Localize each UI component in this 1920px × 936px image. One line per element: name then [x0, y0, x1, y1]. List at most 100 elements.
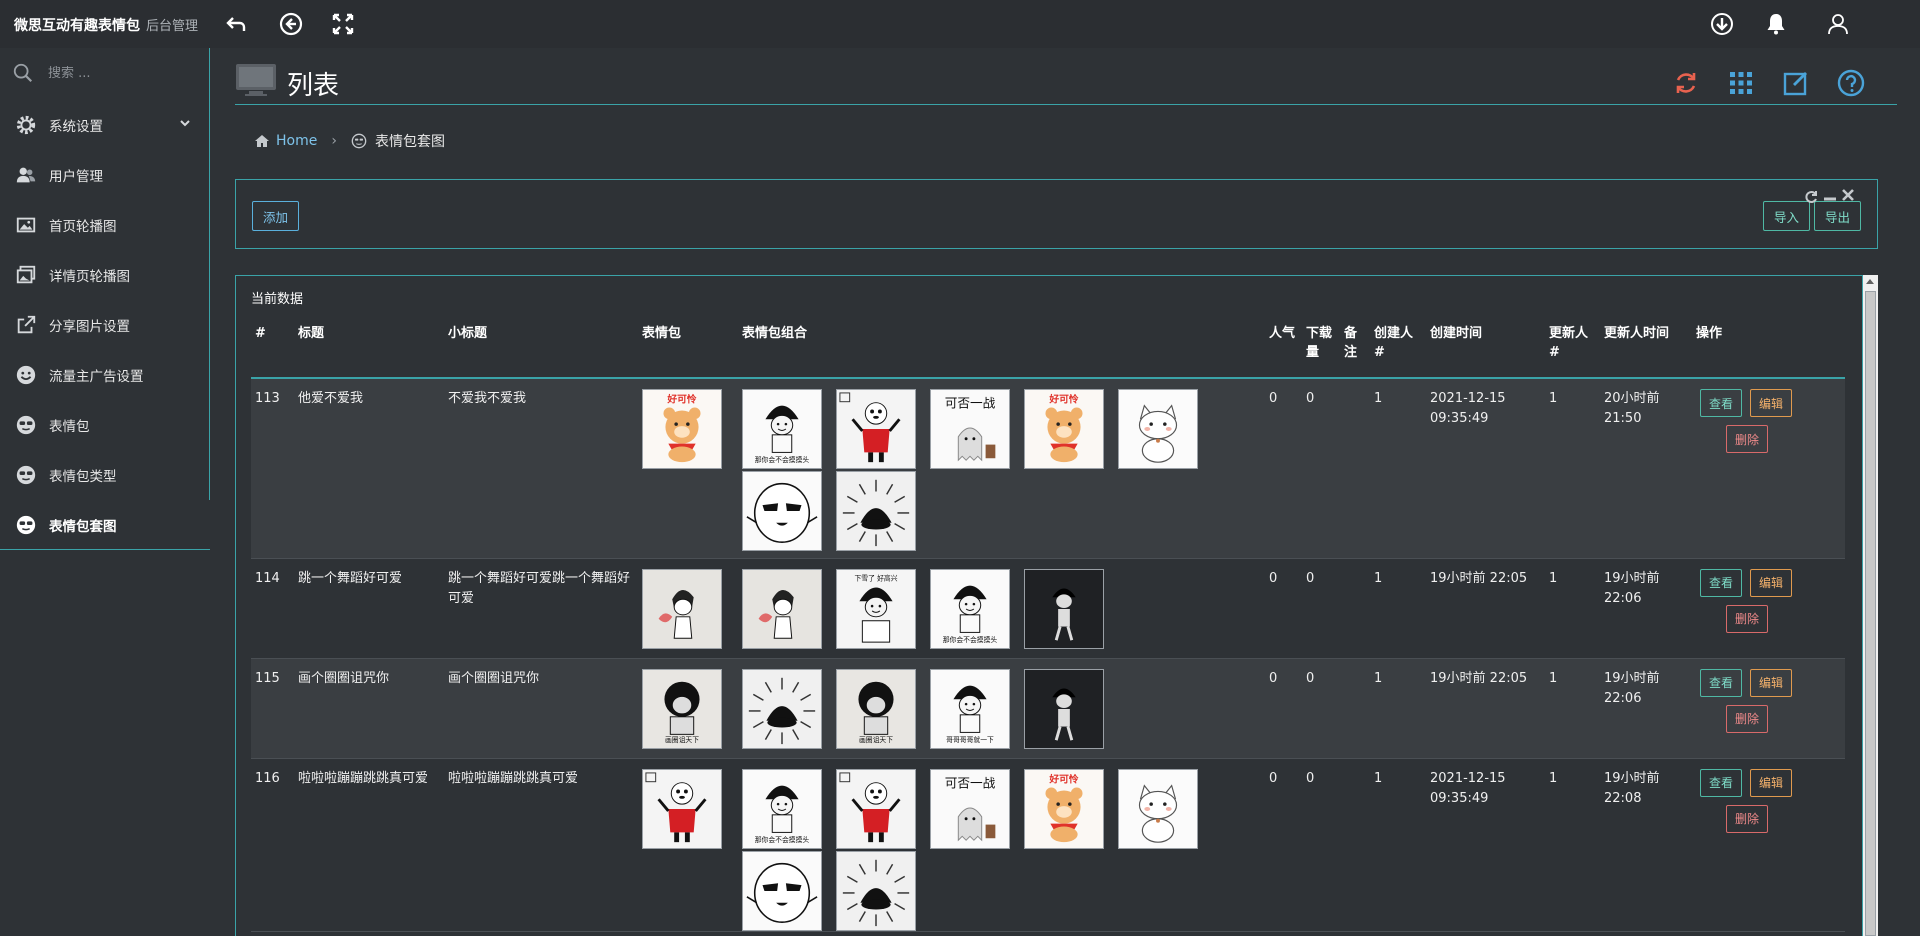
- emoji-thumbnail[interactable]: [1024, 668, 1104, 749]
- col-header-popularity[interactable]: 人气: [1265, 321, 1302, 379]
- table-row: 113 他爱不爱我 不爱我不爱我 好可怜 那你会不会摸摸头 可否一战 好可怜 0 0 1 2021-…: [251, 378, 1845, 559]
- back-arrow-icon[interactable]: [222, 10, 250, 38]
- import-button[interactable]: 导入: [1763, 201, 1811, 231]
- emoji-thumbnail[interactable]: 那你会不会摸摸头: [930, 568, 1010, 649]
- search-input[interactable]: [48, 65, 188, 81]
- emoji-thumbnail[interactable]: 好可怜: [1024, 768, 1104, 849]
- emoji-thumbnail[interactable]: 可否一战: [930, 768, 1010, 849]
- row-actions: 查看 编辑删除: [1696, 668, 1806, 749]
- page-header: 列表: [235, 55, 1897, 105]
- view-button[interactable]: 查看: [1700, 668, 1743, 697]
- help-icon[interactable]: [1837, 69, 1867, 99]
- sidebar-item-ad-settings[interactable]: 流量主广告设置: [0, 350, 209, 400]
- emoji-combo-list: 下雪了 好高兴 那你会不会摸摸头: [742, 568, 1212, 649]
- sunglasses-face-icon: [13, 462, 39, 488]
- view-button[interactable]: 查看: [1700, 568, 1743, 597]
- cell-creator: 1: [1370, 658, 1426, 759]
- col-header-updated-at[interactable]: 更新人时间: [1600, 321, 1692, 379]
- col-header-id[interactable]: #: [251, 321, 294, 379]
- sidebar-item-system-settings[interactable]: 系统设置: [0, 100, 209, 150]
- emoji-thumbnail[interactable]: [836, 850, 916, 931]
- emoji-thumbnail[interactable]: 那你会不会摸摸头: [742, 389, 822, 469]
- emoji-thumbnail[interactable]: 下雪了 好高兴: [836, 568, 916, 649]
- minimize-icon[interactable]: [1823, 190, 1837, 204]
- emoji-thumbnail[interactable]: [742, 850, 822, 931]
- delete-button[interactable]: 删除: [1726, 704, 1769, 733]
- emoji-thumbnail[interactable]: 可否一战: [930, 389, 1010, 469]
- emoji-thumbnail[interactable]: [642, 768, 722, 849]
- user-icon[interactable]: [1824, 10, 1852, 38]
- sidebar-item-emoji[interactable]: 表情包: [0, 400, 209, 450]
- edit-button[interactable]: 编辑: [1750, 768, 1793, 797]
- delete-button[interactable]: 删除: [1726, 604, 1769, 633]
- col-header-combo[interactable]: 表情包组合: [738, 321, 1265, 379]
- sidebar-item-emoji-type[interactable]: 表情包类型: [0, 450, 209, 500]
- scrollbar-thumb[interactable]: [1865, 291, 1876, 936]
- sidebar-item-users[interactable]: 用户管理: [0, 150, 209, 200]
- emoji-thumbnail[interactable]: [742, 668, 822, 749]
- delete-button[interactable]: 删除: [1726, 804, 1769, 833]
- emoji-thumbnail[interactable]: 好可怜: [642, 389, 722, 469]
- add-button[interactable]: 添加: [252, 201, 300, 231]
- view-button[interactable]: 查看: [1700, 389, 1743, 417]
- row-actions: 查看 编辑删除: [1696, 568, 1806, 649]
- page-title: 列表: [287, 71, 340, 101]
- sidebar-item-detail-carousel[interactable]: 详情页轮播图: [0, 250, 209, 300]
- sidebar-item-emoji-set[interactable]: 表情包套图: [0, 500, 210, 550]
- emoji-thumbnail[interactable]: [1118, 768, 1198, 849]
- export-button[interactable]: 导出: [1814, 201, 1862, 231]
- col-header-emoji[interactable]: 表情包: [638, 321, 738, 379]
- emoji-thumbnail[interactable]: 那你会不会摸摸头: [742, 768, 822, 849]
- sidebar-item-label: 系统设置: [49, 119, 103, 135]
- emoji-thumbnail[interactable]: [836, 768, 916, 849]
- cell-updater: 1: [1545, 758, 1600, 932]
- edit-button[interactable]: 编辑: [1750, 389, 1793, 417]
- delete-button[interactable]: 删除: [1726, 425, 1769, 453]
- data-table: # 标题 小标题 表情包 表情包组合 人气 下载量 备注 创建人# 创建时间 更…: [251, 321, 1845, 932]
- col-header-updater[interactable]: 更新人#: [1545, 321, 1600, 379]
- emoji-thumbnail[interactable]: [836, 471, 916, 551]
- edit-button[interactable]: 编辑: [1750, 668, 1793, 697]
- emoji-thumbnail[interactable]: [642, 568, 722, 649]
- emoji-thumbnail[interactable]: 哥哥哥哥就一下: [930, 668, 1010, 749]
- fullscreen-icon[interactable]: [329, 10, 357, 38]
- edit-icon[interactable]: [1782, 69, 1812, 99]
- col-header-downloads[interactable]: 下载量: [1302, 321, 1340, 379]
- edit-button[interactable]: 编辑: [1750, 568, 1793, 597]
- sidebar-item-share-image[interactable]: 分享图片设置: [0, 300, 209, 350]
- vertical-scrollbar[interactable]: [1863, 275, 1878, 936]
- svg-text:可否一战: 可否一战: [945, 396, 996, 411]
- emoji-combo-list: 画圈诅天下 哥哥哥哥就一下: [742, 668, 1212, 749]
- download-circle-icon[interactable]: [1708, 10, 1736, 38]
- emoji-thumbnail[interactable]: [836, 389, 916, 469]
- breadcrumb-home[interactable]: Home: [276, 133, 317, 149]
- col-header-subtitle[interactable]: 小标题: [444, 321, 638, 379]
- cell-title: 他爱不爱我: [294, 378, 444, 559]
- emoji-thumbnail[interactable]: 画圈诅天下: [836, 668, 916, 749]
- app-brand[interactable]: 微思互动有趣表情包 后台管理: [14, 15, 198, 35]
- close-icon[interactable]: [1841, 188, 1855, 202]
- row-actions: 查看 编辑删除: [1696, 389, 1806, 469]
- refresh-icon[interactable]: [1672, 69, 1702, 99]
- col-header-title[interactable]: 标题: [294, 321, 444, 379]
- scroll-up-arrow-icon[interactable]: [1866, 279, 1874, 284]
- emoji-thumbnail[interactable]: [742, 568, 822, 649]
- col-header-creator[interactable]: 创建人#: [1370, 321, 1426, 379]
- col-header-remark[interactable]: 备注: [1340, 321, 1370, 379]
- emoji-thumbnail[interactable]: 画圈诅天下: [642, 668, 722, 749]
- back-circle-icon[interactable]: [277, 10, 305, 38]
- home-icon[interactable]: [254, 134, 270, 148]
- emoji-thumbnail[interactable]: [1118, 389, 1198, 469]
- bell-icon[interactable]: [1762, 10, 1790, 38]
- col-header-created-at[interactable]: 创建时间: [1426, 321, 1545, 379]
- emoji-thumbnail[interactable]: [1024, 568, 1104, 649]
- svg-text:那你会不会摸摸头: 那你会不会摸摸头: [755, 835, 810, 844]
- reload-icon[interactable]: [1805, 190, 1819, 204]
- emoji-thumbnail[interactable]: 好可怜: [1024, 389, 1104, 469]
- sidebar-item-label: 用户管理: [49, 169, 103, 185]
- sidebar-item-home-carousel[interactable]: 首页轮播图: [0, 200, 209, 250]
- view-button[interactable]: 查看: [1700, 768, 1743, 797]
- grid-icon[interactable]: [1727, 69, 1757, 99]
- svg-text:可否一战: 可否一战: [945, 775, 996, 790]
- emoji-thumbnail[interactable]: [742, 471, 822, 551]
